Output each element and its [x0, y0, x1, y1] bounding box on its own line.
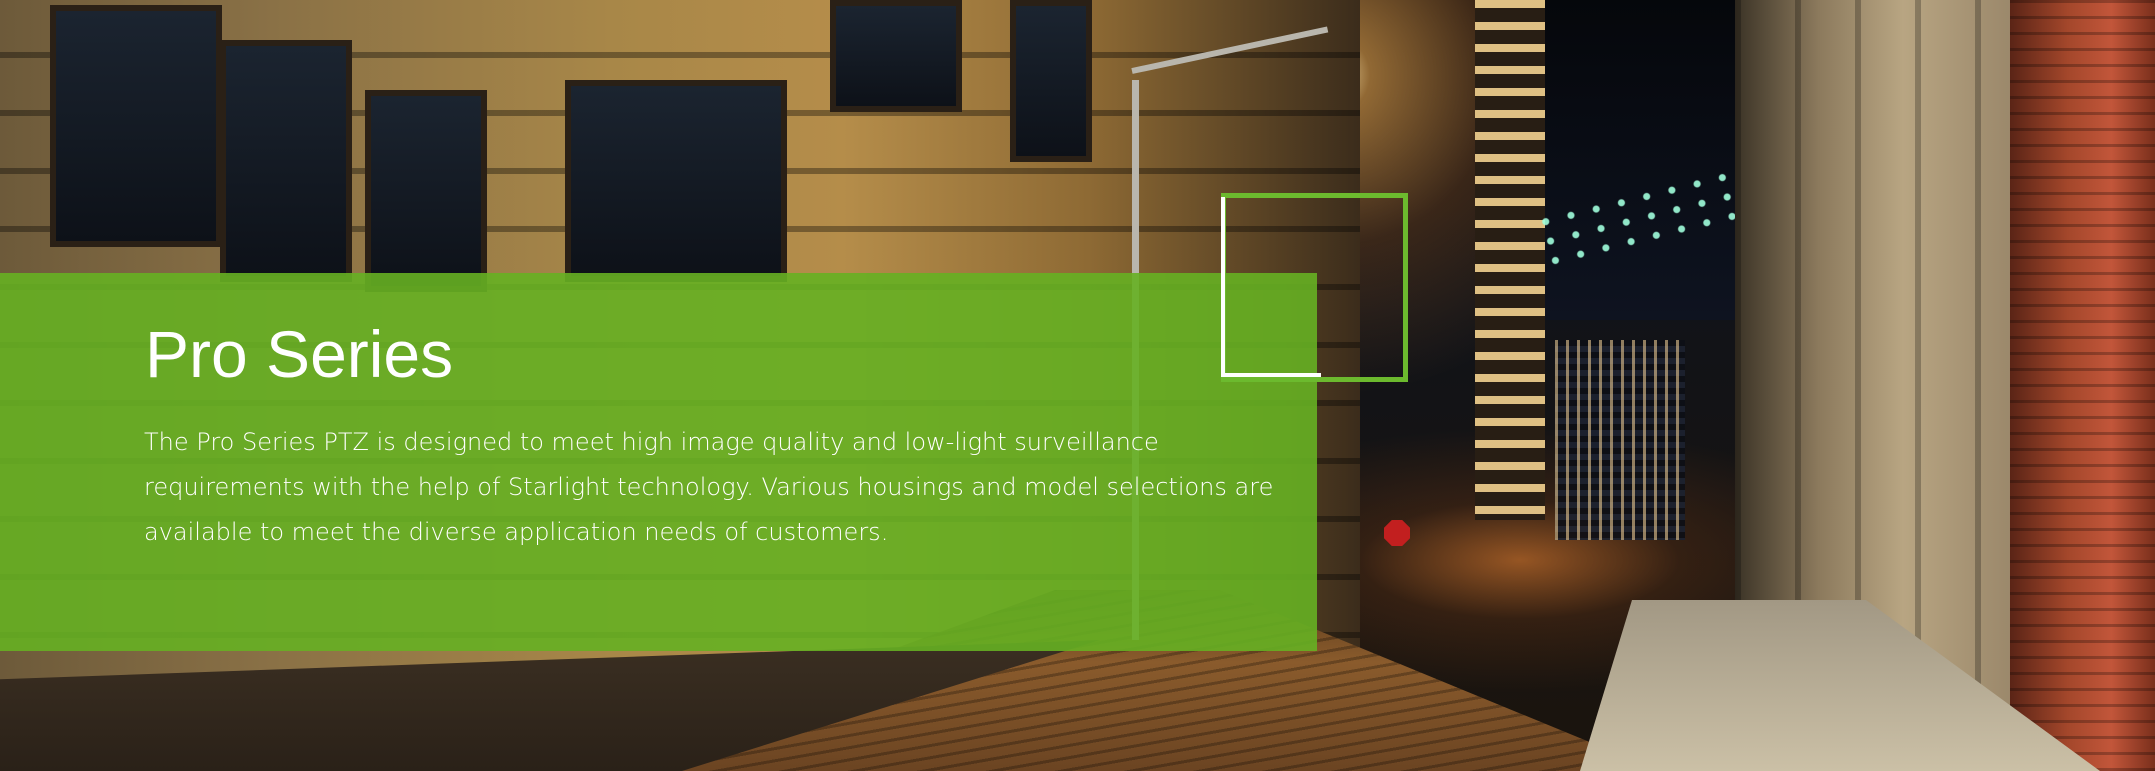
window — [565, 80, 787, 282]
window — [50, 5, 222, 247]
night-sky — [1520, 0, 1760, 320]
window — [365, 90, 487, 292]
stop-sign-icon — [1384, 520, 1410, 546]
window — [830, 0, 962, 112]
brick-building — [2010, 0, 2155, 771]
banner-title: Pro Series — [145, 317, 454, 391]
window — [1010, 0, 1092, 162]
hero-banner: Pro Series The Pro Series PTZ is designe… — [0, 0, 2155, 771]
window — [220, 40, 352, 282]
tower-building — [1475, 0, 1545, 520]
white-frame-decoration — [1221, 197, 1321, 377]
banner-description: The Pro Series PTZ is designed to meet h… — [144, 428, 1274, 546]
distant-city — [1555, 340, 1685, 540]
